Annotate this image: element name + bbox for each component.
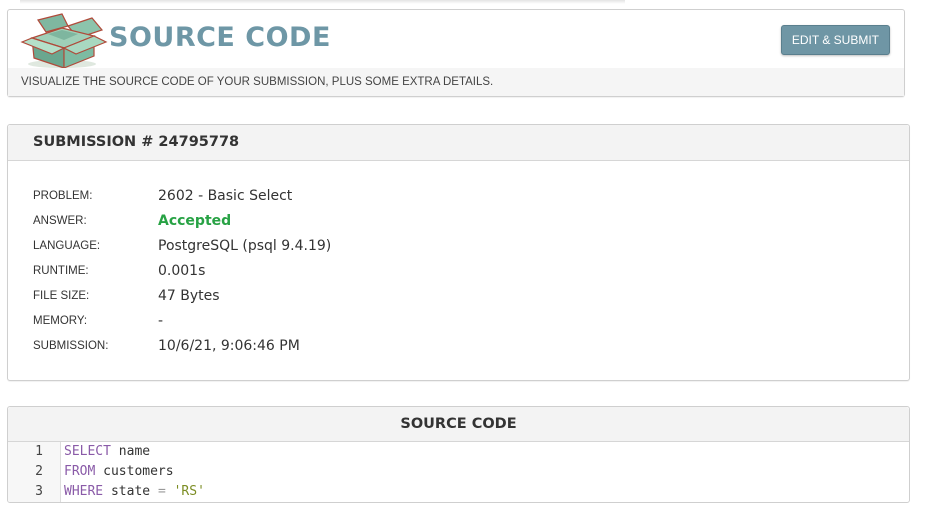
open-box-icon (18, 12, 108, 70)
detail-label: PROBLEM: (33, 190, 93, 202)
language-value: PostgreSQL (psql 9.4.19) (158, 238, 332, 254)
header-panel: SOURCE CODE EDIT & SUBMIT VISUALIZE THE … (7, 9, 905, 97)
detail-label: MEMORY: (33, 315, 88, 327)
code-token: name (110, 444, 151, 459)
top-shadow (20, 0, 625, 4)
detail-row-memory: MEMORY: - (33, 311, 833, 336)
sql-keyword: FROM (64, 464, 96, 479)
detail-row-language: LANGUAGE: PostgreSQL (psql 9.4.19) (33, 236, 833, 261)
problem-value: 2602 - Basic Select (158, 188, 293, 204)
line-number: 1 (35, 444, 43, 459)
code-token: customers (95, 464, 174, 479)
detail-row-answer: ANSWER: Accepted (33, 211, 833, 236)
source-code-title: SOURCE CODE (400, 416, 517, 432)
detail-label: ANSWER: (33, 215, 87, 227)
submission-title: SUBMISSION # 24795778 (33, 134, 240, 150)
code-text: WHERE state = 'RS' (64, 482, 205, 502)
detail-row-runtime: RUNTIME: 0.001s (33, 261, 833, 286)
detail-label: FILE SIZE: (33, 290, 90, 302)
sql-keyword: WHERE (64, 484, 104, 499)
code-editor[interactable]: 1 SELECT name 2 FROM customers 3 WHERE s… (8, 442, 909, 502)
code-text: SELECT name (64, 442, 150, 462)
source-code-panel: SOURCE CODE 1 SELECT name 2 FROM custome… (7, 406, 910, 503)
detail-label: LANGUAGE: (33, 240, 101, 252)
code-line: 1 SELECT name (8, 442, 888, 462)
memory-value: - (158, 313, 164, 329)
sql-keyword: SELECT (64, 444, 111, 459)
page-title: SOURCE CODE (109, 22, 331, 53)
code-line: 3 WHERE state = 'RS' (8, 482, 888, 502)
page-subtitle: VISUALIZE THE SOURCE CODE OF YOUR SUBMIS… (21, 76, 494, 88)
file-size-value: 47 Bytes (158, 288, 220, 304)
submission-panel: SUBMISSION # 24795778 PROBLEM: 2602 - Ba… (7, 124, 910, 381)
code-line: 2 FROM customers (8, 462, 888, 482)
detail-row-problem: PROBLEM: 2602 - Basic Select (33, 186, 833, 211)
line-number: 2 (35, 464, 43, 479)
runtime-value: 0.001s (158, 263, 206, 279)
sql-string: 'RS' (173, 484, 205, 499)
detail-row-file-size: FILE SIZE: 47 Bytes (33, 286, 833, 311)
page: SOURCE CODE EDIT & SUBMIT VISUALIZE THE … (0, 0, 926, 527)
code-token: state (103, 484, 158, 499)
header-subtitle-bar: VISUALIZE THE SOURCE CODE OF YOUR SUBMIS… (8, 68, 904, 96)
source-code-panel-header: SOURCE CODE (8, 407, 909, 442)
detail-row-submission: SUBMISSION: 10/6/21, 9:06:46 PM (33, 336, 833, 361)
sql-operator: = (157, 484, 166, 499)
submission-date-value: 10/6/21, 9:06:46 PM (158, 338, 300, 354)
submission-panel-header: SUBMISSION # 24795778 (8, 125, 909, 161)
detail-label: SUBMISSION: (33, 340, 109, 352)
answer-status-value: Accepted (158, 213, 232, 229)
line-number: 3 (35, 484, 43, 499)
code-text: FROM customers (64, 462, 174, 482)
header-top: SOURCE CODE EDIT & SUBMIT (8, 10, 904, 69)
detail-label: RUNTIME: (33, 265, 89, 277)
edit-submit-button[interactable]: EDIT & SUBMIT (780, 25, 890, 55)
